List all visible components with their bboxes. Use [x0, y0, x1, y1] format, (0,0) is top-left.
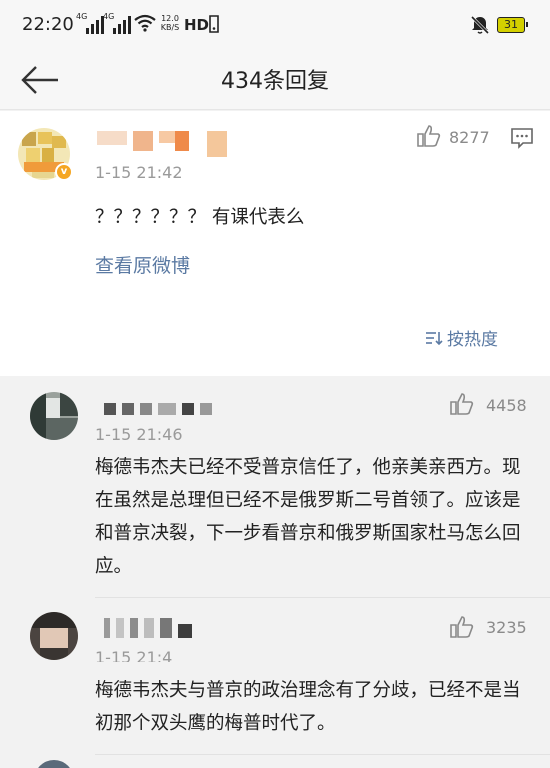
reply-time: 1-15 21:46 — [95, 425, 183, 444]
sort-by-hot-button[interactable]: 按热度 — [425, 325, 498, 350]
nav-bar: 434条回复 — [0, 54, 550, 110]
battery-indicator: 31 — [497, 17, 528, 33]
reply-time: 1-15 21:4 — [95, 648, 173, 662]
username-blurred[interactable] — [104, 618, 192, 638]
sort-icon — [426, 331, 443, 345]
signal-icon-2: 4G — [103, 12, 131, 34]
reply-text: 梅德韦杰夫与普京的政治理念有了分歧，已经不是当初那个双头鹰的梅普时代了。 — [95, 680, 521, 734]
like-count: 4458 — [486, 396, 527, 415]
status-bar: 22:20 4G 4G 12.0 KB/S HD 31 — [0, 0, 550, 54]
post-time: 1-15 21:42 — [95, 163, 183, 182]
network-speed: 12.0 KB/S — [160, 14, 180, 32]
username-blurred[interactable] — [104, 403, 212, 415]
like-icon[interactable] — [449, 392, 475, 416]
original-comment-card: v 1-15 21:42 8277 ？？？？？？ 有课代表么 查看原微博 按热度 — [0, 111, 550, 376]
avatar[interactable] — [34, 760, 74, 768]
call-icon — [209, 15, 219, 33]
reply-item: 1-15 21:46 4458 梅德韦杰夫已经不受普京信任了，他亲美亲西方。现在… — [0, 376, 550, 598]
status-time: 22:20 — [22, 14, 74, 35]
page-title: 434条回复 — [221, 69, 329, 94]
like-icon[interactable] — [416, 124, 442, 148]
sort-label: 按热度 — [447, 330, 498, 350]
divider — [95, 754, 550, 755]
reply-text: 梅德韦杰夫已经不受普京信任了，他亲美亲西方。现在虽然是总理但已经不是俄罗斯二号首… — [95, 457, 521, 577]
reply-item: 1-15 21:4 3235 梅德韦杰夫与普京的政治理念有了分歧，已经不是当初那… — [0, 598, 550, 758]
verified-badge-icon: v — [55, 163, 73, 181]
hd-indicator: HD — [184, 16, 210, 34]
post-text: ？？？？？？ 有课代表么 — [95, 207, 305, 228]
signal-icon: 4G — [76, 12, 104, 34]
like-count: 3235 — [486, 618, 527, 637]
username-blurred[interactable] — [97, 131, 227, 157]
like-count: 8277 — [449, 128, 490, 147]
like-icon[interactable] — [449, 615, 475, 639]
view-original-weibo-link[interactable]: 查看原微博 — [95, 251, 190, 278]
wifi-icon — [134, 14, 156, 32]
avatar[interactable] — [30, 392, 78, 440]
avatar[interactable] — [30, 612, 78, 660]
mute-icon — [470, 15, 490, 35]
comment-icon[interactable] — [510, 127, 534, 149]
